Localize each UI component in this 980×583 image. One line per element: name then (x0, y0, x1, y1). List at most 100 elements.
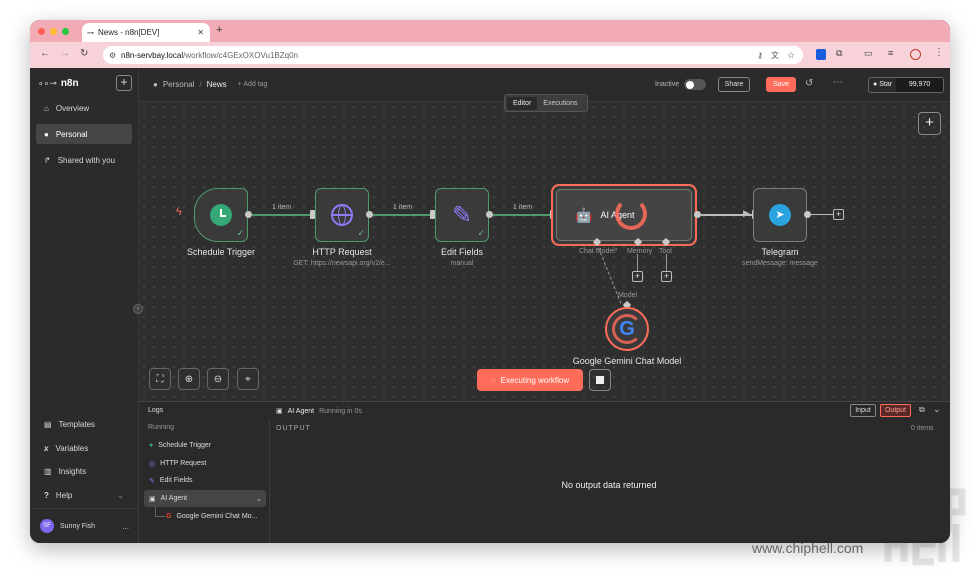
robot-icon: 🤖 (575, 206, 593, 223)
logs-tree: Running ● Schedule Trigger ◎ HTTP Request … (139, 419, 270, 543)
breadcrumb-personal[interactable]: Personal (163, 80, 195, 89)
history-icon[interactable]: ↺ (805, 78, 813, 89)
output-toggle-button[interactable]: Output (880, 404, 911, 417)
node-ai-agent[interactable]: 🤖 AI Agent (551, 184, 697, 246)
log-item-gemini[interactable]: G Google Gemini Chat Mo... (161, 508, 267, 525)
user-section[interactable]: SF Sunny Fish ... (30, 508, 139, 543)
log-item-schedule[interactable]: ● Schedule Trigger (144, 437, 266, 454)
output-handle[interactable] (694, 211, 701, 218)
url-input[interactable]: ⚙ n8n-servbay.local /workflow/c4GExOXOVu… (103, 46, 803, 64)
close-window-dot[interactable] (38, 28, 45, 35)
log-item-agent[interactable]: ▣ AI Agent ⌄ (144, 490, 266, 507)
zoom-in-button[interactable]: ⊕ (178, 368, 200, 390)
user-menu-button[interactable]: ... (122, 522, 139, 531)
profile-icon[interactable] (910, 49, 921, 60)
user-icon: ● (44, 129, 49, 139)
node-label-telegram: Telegram (761, 247, 799, 257)
github-star-button[interactable]: ● Star 99,970 (868, 77, 944, 93)
tab-executions[interactable]: Executions (539, 97, 581, 110)
browser-menu-icon[interactable]: ⋮ (934, 47, 944, 58)
tidy-up-button[interactable]: ⌖ (237, 368, 259, 390)
connection-label: 1 item (272, 204, 292, 211)
minimize-window-dot[interactable] (50, 28, 57, 35)
spinner-icon (615, 198, 647, 230)
sidebar-item-help[interactable]: ? Help ⌄ (36, 485, 132, 505)
key-icon[interactable]: ⚷ (757, 51, 763, 60)
browser-tab[interactable]: ⊶ News - n8n[DEV] ✕ (82, 23, 210, 42)
stop-icon (596, 376, 604, 384)
close-tab-icon[interactable]: ✕ (197, 28, 210, 37)
log-item-edit[interactable]: ✎ Edit Fields (144, 472, 266, 489)
extensions-icon[interactable]: ⧉ (836, 48, 842, 59)
node-label-http: HTTP Request (312, 247, 372, 257)
fit-view-button[interactable]: ⛶ (149, 368, 171, 390)
node-http-request[interactable]: ✓ (315, 188, 369, 242)
sidebar-item-personal[interactable]: ● Personal (36, 124, 132, 144)
input-toggle-button[interactable]: Input (850, 404, 876, 417)
zoom-out-button[interactable]: ⊖ (207, 368, 229, 390)
url-path: /workflow/c4GExOXOVu1BZq0n (183, 50, 298, 60)
logs-title: Logs (148, 407, 164, 414)
new-tab-button[interactable]: + (216, 24, 222, 36)
stop-execution-button[interactable] (589, 369, 611, 391)
selected-node-status: Running in 0s (319, 407, 362, 415)
chevron-down-icon: ⌄ (117, 490, 124, 500)
connection-line (811, 214, 833, 215)
add-tag-link[interactable]: + Add tag (238, 81, 268, 88)
add-memory-button[interactable]: + (632, 271, 643, 282)
tab-editor[interactable]: Editor (507, 96, 538, 110)
connection-label: 1 item (513, 204, 533, 211)
add-tool-button[interactable]: + (661, 271, 672, 282)
sidebar-item-shared[interactable]: ↱ Shared with you (36, 150, 132, 170)
node-edit-fields[interactable]: ✎ ✓ (435, 188, 489, 242)
variables-icon: x (44, 443, 49, 453)
workflow-canvas[interactable]: Editor Executions + ϟ ✓ Schedule Trigger… (139, 94, 950, 401)
more-options-icon[interactable]: ⋯ (833, 77, 843, 88)
breadcrumb: ● Personal / News + Add tag (153, 80, 267, 89)
logs-panel: Logs Running ● Schedule Trigger ◎ HTTP Req… (139, 401, 950, 543)
translate-icon[interactable]: 文 (771, 50, 779, 61)
chevron-down-icon[interactable]: ⌄ (933, 404, 941, 415)
node-telegram[interactable]: ➤ (753, 188, 807, 242)
log-item-http[interactable]: ◎ HTTP Request (144, 455, 266, 472)
pencil-icon: ✎ (451, 201, 473, 229)
output-handle[interactable] (804, 211, 811, 218)
sidebar-item-overview[interactable]: ⌂ Overview (36, 98, 132, 118)
active-toggle[interactable] (684, 79, 706, 90)
reading-list-icon[interactable]: ▭ (864, 48, 873, 59)
browser-window: ⊶ News - n8n[DEV] ✕ + ← → ↻ ⚙ n8n-servba… (30, 20, 950, 543)
sidebar: ∘∘⊸ n8n + ⌂ Overview ● Personal ↱ Shared wi… (30, 68, 143, 543)
output-handle[interactable] (366, 211, 373, 218)
add-node-button[interactable]: + (918, 112, 941, 135)
tab-title: News - n8n[DEV] (98, 28, 160, 37)
chevron-down-icon[interactable]: ⌄ (256, 495, 266, 503)
add-next-node-button[interactable]: + (833, 209, 844, 220)
node-gemini-chat-model[interactable]: G (605, 307, 649, 351)
sidebar-item-variables[interactable]: x Variables (36, 438, 132, 458)
pop-out-icon[interactable]: ⧉ (919, 405, 925, 415)
workflow-name[interactable]: News (207, 80, 227, 89)
bookmark-star-icon[interactable]: ☆ (787, 50, 795, 61)
output-handle[interactable] (245, 211, 252, 218)
save-button[interactable]: Save (766, 77, 796, 92)
tab-search-icon[interactable]: ≡ (888, 48, 893, 58)
globe-icon (331, 204, 353, 226)
share-button[interactable]: Share (718, 77, 750, 92)
maximize-window-dot[interactable] (62, 28, 69, 35)
sidebar-item-templates[interactable]: ▤ Templates (36, 414, 132, 434)
node-label-schedule: Schedule Trigger (186, 247, 256, 257)
n8n-logo-icon: ∘∘⊸ (38, 78, 57, 88)
node-schedule-trigger[interactable]: ✓ (194, 188, 248, 242)
back-icon[interactable]: ← (40, 48, 50, 59)
create-button[interactable]: + (116, 75, 132, 91)
reload-icon[interactable]: ↻ (80, 48, 88, 59)
executing-workflow-button[interactable]: ◌ Executing workflow (477, 369, 583, 391)
extension-bitwarden-icon[interactable] (816, 49, 826, 60)
forward-icon[interactable]: → (60, 48, 70, 59)
selected-node-name: AI Agent (287, 407, 315, 415)
sidebar-item-insights[interactable]: ▥ Insights (36, 461, 132, 481)
node-label-gemini: Google Gemini Chat Model (572, 356, 682, 366)
collapse-sidebar-button[interactable]: ‹ (133, 304, 143, 314)
github-icon: ● (873, 81, 878, 88)
output-handle[interactable] (486, 211, 493, 218)
